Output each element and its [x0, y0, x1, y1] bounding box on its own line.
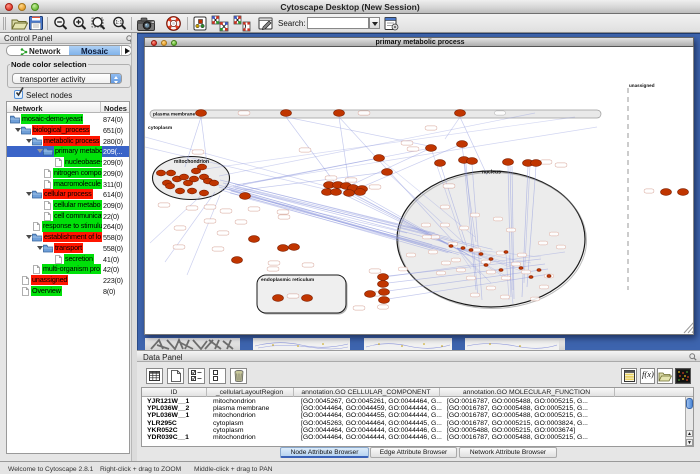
svg-text:plasma membrane: plasma membrane: [153, 112, 195, 118]
svg-text:nucleus: nucleus: [482, 170, 501, 176]
svg-text:mitochondrion: mitochondrion: [174, 159, 209, 165]
svg-text:endoplasmic reticulum: endoplasmic reticulum: [261, 277, 315, 283]
svg-text:unassigned: unassigned: [629, 83, 655, 88]
svg-text:cytoplasm: cytoplasm: [148, 125, 173, 131]
svg-text:1:1: 1:1: [115, 20, 122, 26]
